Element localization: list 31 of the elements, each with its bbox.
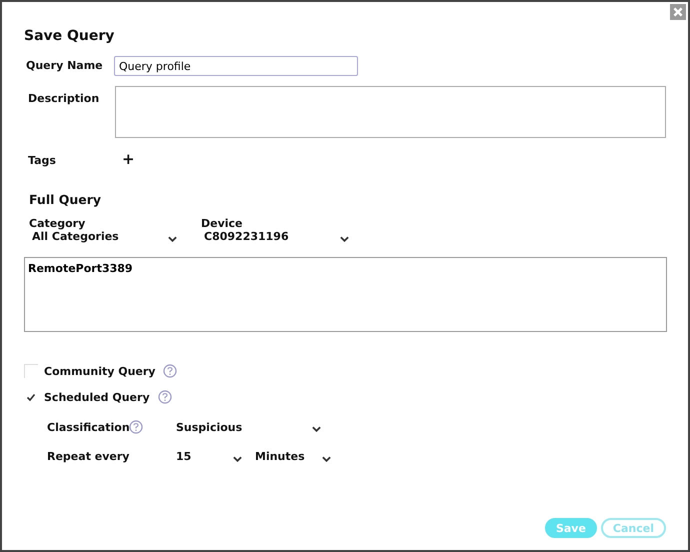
chevron-icon xyxy=(233,456,242,462)
field-label: Query Name xyxy=(25,58,104,72)
description-field[interactable] xyxy=(115,86,666,138)
chevron-icon xyxy=(168,236,177,242)
classification-dropdown[interactable]: Suspicious xyxy=(173,420,321,434)
section-heading: Full Query xyxy=(29,192,102,207)
query-name-field[interactable]: Query profile xyxy=(114,56,358,76)
close-icon xyxy=(672,6,684,18)
help-icon[interactable] xyxy=(163,364,178,378)
close-button[interactable] xyxy=(670,4,686,20)
field-label: Tags xyxy=(27,153,57,167)
add-tag-button[interactable]: + xyxy=(116,150,135,168)
device-dropdown[interactable]: C8092231196 xyxy=(201,230,349,243)
chevron-icon xyxy=(322,456,331,462)
interval-dropdown[interactable]: 15 xyxy=(173,450,242,463)
chevron-icon xyxy=(312,426,321,432)
dialog-title: Save Query xyxy=(24,28,116,44)
option-label: Community Query xyxy=(44,364,156,378)
help-icon[interactable] xyxy=(129,420,143,434)
field-label: Repeat every xyxy=(47,450,130,463)
option-label: Scheduled Query xyxy=(44,390,150,404)
query-text-field[interactable]: RemotePort3389 xyxy=(24,257,667,332)
help-icon[interactable] xyxy=(158,390,172,404)
category-dropdown[interactable]: All Categories xyxy=(29,230,177,243)
checkbox[interactable] xyxy=(24,364,38,378)
field-label: Description xyxy=(27,91,100,105)
chevron-icon xyxy=(340,236,349,242)
unit-dropdown[interactable]: Minutes xyxy=(252,450,331,463)
field-label: Device xyxy=(201,217,244,230)
field-label: Category xyxy=(29,217,86,230)
field-label: Classification xyxy=(47,420,129,434)
